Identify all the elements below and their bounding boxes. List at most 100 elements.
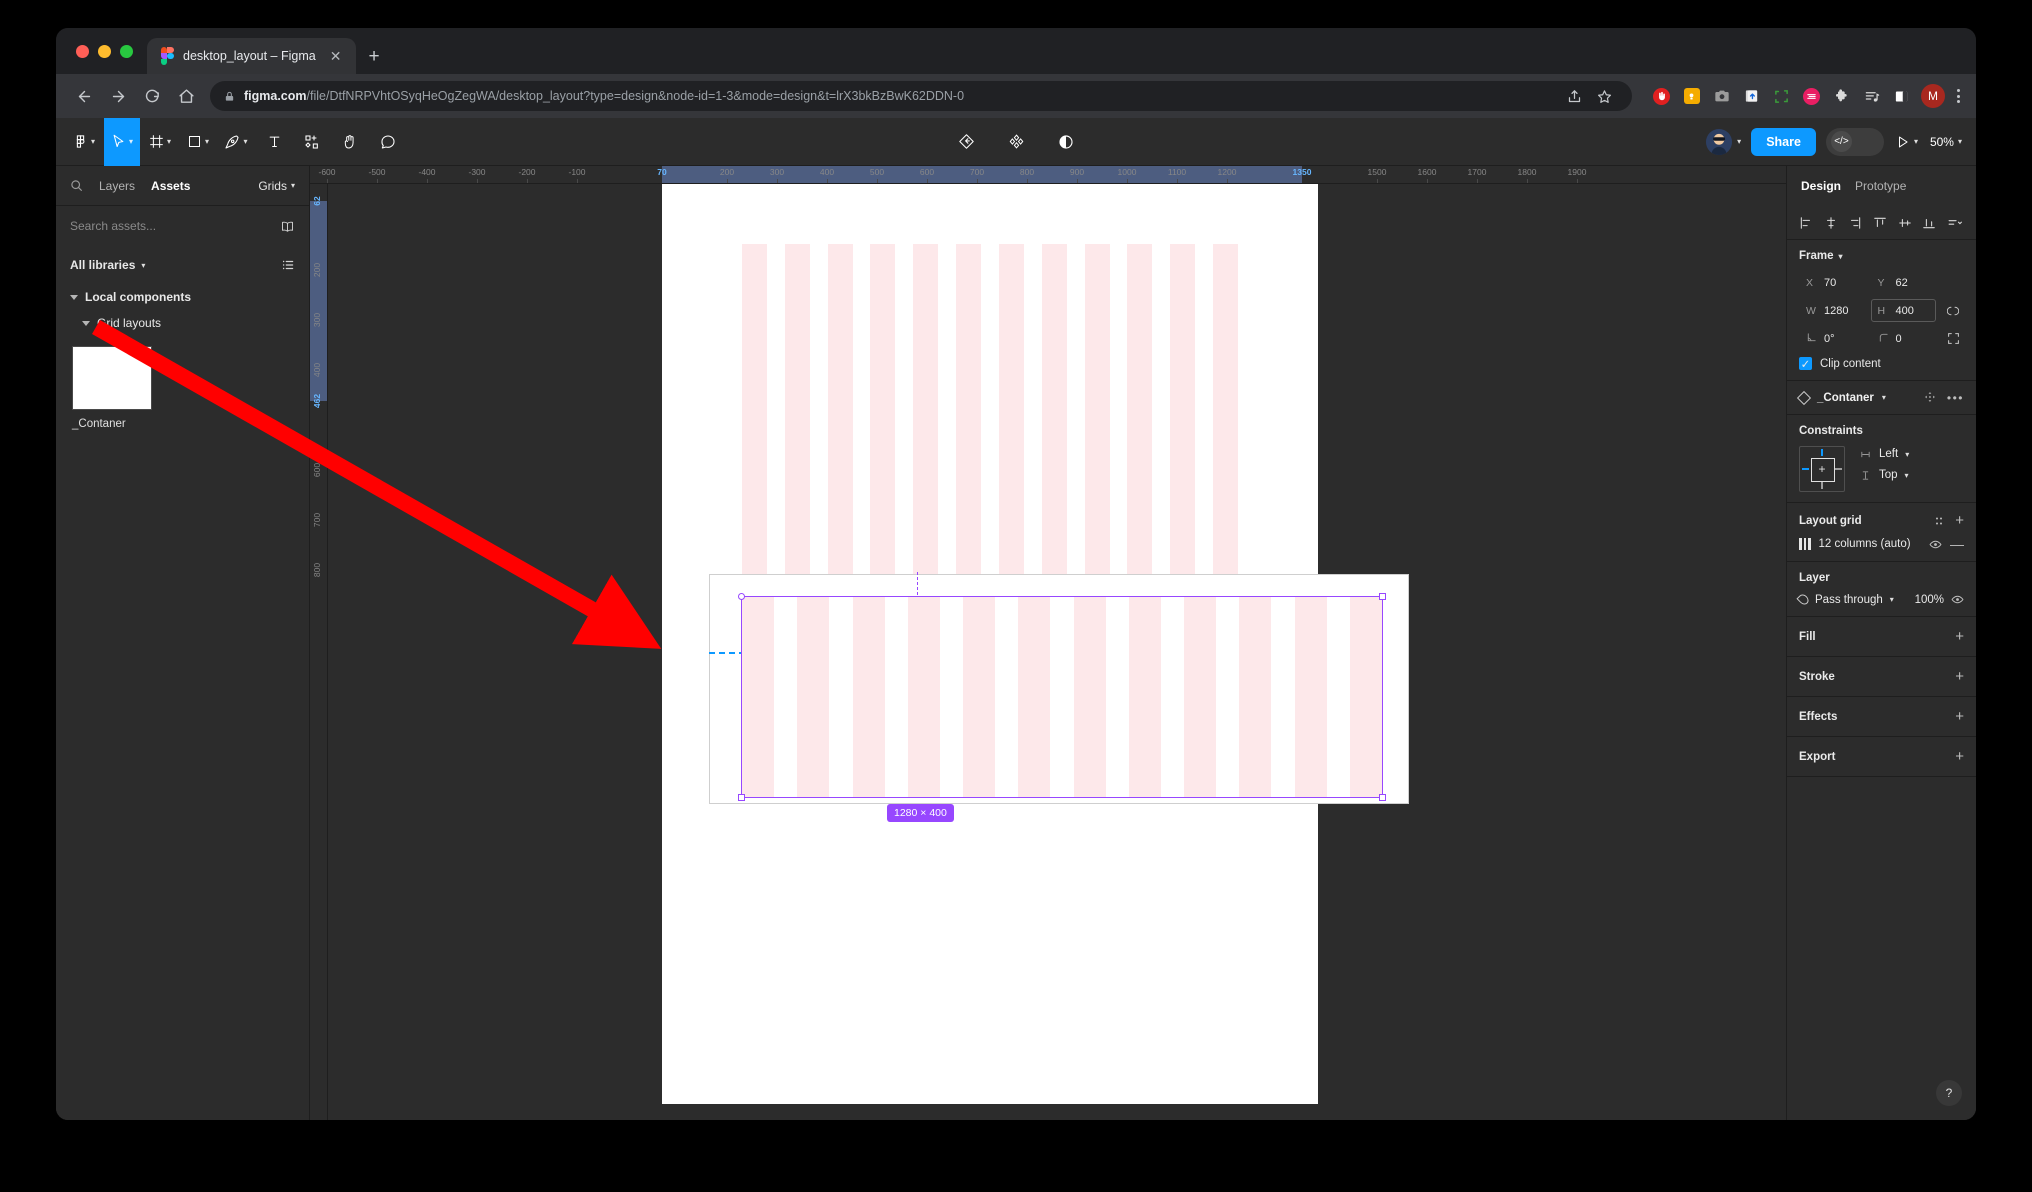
align-left-icon[interactable] [1799, 216, 1813, 230]
rotation-field[interactable]: 0° [1799, 327, 1865, 350]
hand-tool-button[interactable] [332, 118, 368, 166]
tab-design[interactable]: Design [1801, 179, 1841, 193]
extension-upload-icon[interactable] [1742, 87, 1761, 106]
search-icon[interactable] [70, 179, 83, 192]
book-icon[interactable] [280, 219, 295, 234]
minimize-window-button[interactable] [98, 44, 111, 58]
resize-handle-bottom-right[interactable] [1379, 794, 1386, 801]
url-input[interactable]: figma.com/file/DtfNRPVhtOSyqHeOgZegWA/de… [210, 81, 1632, 111]
align-more-icon[interactable] [1947, 216, 1964, 230]
add-effect-button[interactable]: + [1955, 709, 1964, 724]
align-horizontal-center-icon[interactable] [1824, 216, 1838, 230]
eye-icon[interactable] [1951, 593, 1964, 606]
vertical-ruler[interactable]: 200 300 400 600 700 800 62 462 [310, 184, 328, 1120]
corner-radius-field[interactable]: 0 [1871, 327, 1937, 350]
main-menu-button[interactable]: ▾ [66, 118, 102, 166]
chevron-down-icon[interactable]: ▾ [141, 261, 145, 270]
extension-red-hand-icon[interactable] [1652, 87, 1671, 106]
clip-content-row[interactable]: ✓ Clip content [1799, 357, 1964, 371]
list-icon[interactable] [281, 258, 295, 272]
link-ratio-icon[interactable] [1942, 300, 1964, 322]
asset-thumbnail[interactable] [72, 346, 152, 410]
forward-icon[interactable] [104, 82, 132, 110]
width-field[interactable]: W 1280 [1799, 299, 1865, 322]
browser-tab[interactable]: desktop_layout – Figma ✕ [147, 38, 357, 74]
help-button[interactable]: ? [1936, 1080, 1962, 1106]
opacity-value[interactable]: 100% [1915, 594, 1944, 606]
reload-icon[interactable] [138, 82, 166, 110]
resize-handle-top-right[interactable] [1379, 593, 1386, 600]
frame-tool-button[interactable]: ▾ [142, 118, 178, 166]
back-icon[interactable] [70, 82, 98, 110]
star-icon[interactable] [1590, 82, 1618, 110]
frame-section-title[interactable]: Frame ▾ [1799, 250, 1964, 262]
add-export-button[interactable]: + [1955, 749, 1964, 764]
align-top-icon[interactable] [1873, 216, 1887, 230]
collaborators-menu[interactable]: ▾ [1706, 128, 1741, 155]
component-row[interactable]: _Contaner ▾ ••• [1796, 390, 1964, 405]
align-bottom-icon[interactable] [1922, 216, 1936, 230]
height-field[interactable]: H 400 [1870, 299, 1936, 322]
eye-icon[interactable] [1929, 538, 1942, 551]
grids-menu[interactable]: Grids ▾ [258, 179, 295, 193]
corners-icon[interactable] [1942, 328, 1964, 350]
pen-tool-button[interactable]: ▾ [218, 118, 254, 166]
extension-camera-icon[interactable] [1712, 87, 1731, 106]
canvas-viewport[interactable]: 1280 × 400 [328, 184, 1786, 1120]
tab-assets[interactable]: Assets [151, 179, 190, 193]
browser-profile-avatar[interactable]: M [1921, 84, 1945, 108]
blend-mode-value[interactable]: Pass through [1815, 594, 1883, 606]
align-vertical-center-icon[interactable] [1898, 216, 1912, 230]
dark-mode-toolbar-button[interactable] [1048, 118, 1084, 166]
constraints-pad[interactable]: + [1799, 446, 1845, 492]
home-icon[interactable] [172, 82, 200, 110]
tab-layers[interactable]: Layers [99, 179, 135, 193]
actions-toolbar-button[interactable] [948, 118, 984, 166]
comment-tool-button[interactable] [370, 118, 406, 166]
grid-settings-icon[interactable] [1933, 515, 1945, 527]
add-fill-button[interactable]: + [1955, 629, 1964, 644]
x-field[interactable]: X 70 [1799, 271, 1865, 294]
resize-handle-top-left[interactable] [738, 593, 745, 600]
present-button[interactable]: ▾ [1894, 135, 1920, 149]
plus-icon[interactable]: + [1955, 513, 1964, 528]
close-window-button[interactable] [76, 44, 89, 58]
share-icon[interactable] [1560, 82, 1588, 110]
add-stroke-button[interactable]: + [1955, 669, 1964, 684]
text-tool-button[interactable] [256, 118, 292, 166]
extension-pink-swirl-icon[interactable] [1802, 87, 1821, 106]
horizontal-ruler[interactable]: -600 -500 -400 -300 -200 -100 200 300 400 500 600 7… [310, 166, 1786, 184]
tree-grid-layouts[interactable]: Grid layouts [56, 310, 309, 336]
shape-tool-button[interactable]: ▾ [180, 118, 216, 166]
search-input[interactable] [70, 219, 272, 233]
extension-sidepanel-icon[interactable] [1892, 87, 1911, 106]
maximize-window-button[interactable] [120, 44, 133, 58]
plugins-toolbar-button[interactable] [998, 118, 1034, 166]
move-tool-button[interactable]: ▾ [104, 117, 140, 166]
layout-grid-item[interactable]: 12 columns (auto) — [1799, 537, 1964, 551]
y-field[interactable]: Y 62 [1871, 271, 1937, 294]
new-tab-button[interactable]: + [356, 47, 391, 74]
close-icon[interactable]: ✕ [325, 46, 347, 66]
chevron-down-icon[interactable]: ▾ [1882, 393, 1886, 402]
clip-content-checkbox[interactable]: ✓ [1799, 357, 1812, 371]
minus-icon[interactable]: — [1950, 537, 1964, 551]
extension-puzzle-icon[interactable] [1832, 87, 1851, 106]
selected-frame[interactable] [738, 593, 1386, 801]
figma-canvas[interactable]: -600 -500 -400 -300 -200 -100 200 300 400 500 600 7… [310, 166, 1786, 1120]
chevron-down-icon[interactable]: ▾ [1890, 595, 1894, 604]
align-right-icon[interactable] [1848, 216, 1862, 230]
horizontal-constraint-select[interactable]: Left ▾ [1859, 448, 1964, 460]
swap-instance-icon[interactable] [1924, 391, 1937, 404]
extension-reading-list-icon[interactable] [1862, 87, 1881, 106]
zoom-level-menu[interactable]: 50% ▾ [1930, 135, 1962, 149]
more-icon[interactable]: ••• [1947, 392, 1964, 404]
tree-local-components[interactable]: Local components [56, 284, 309, 310]
dev-mode-toggle[interactable]: </> [1825, 127, 1884, 156]
share-button[interactable]: Share [1751, 127, 1816, 156]
vertical-constraint-select[interactable]: Top ▾ [1859, 469, 1964, 481]
kebab-menu-icon[interactable] [1951, 87, 1966, 106]
resources-tool-button[interactable] [294, 118, 330, 166]
resize-handle-bottom-left[interactable] [738, 794, 745, 801]
extension-yellow-note-icon[interactable] [1682, 87, 1701, 106]
